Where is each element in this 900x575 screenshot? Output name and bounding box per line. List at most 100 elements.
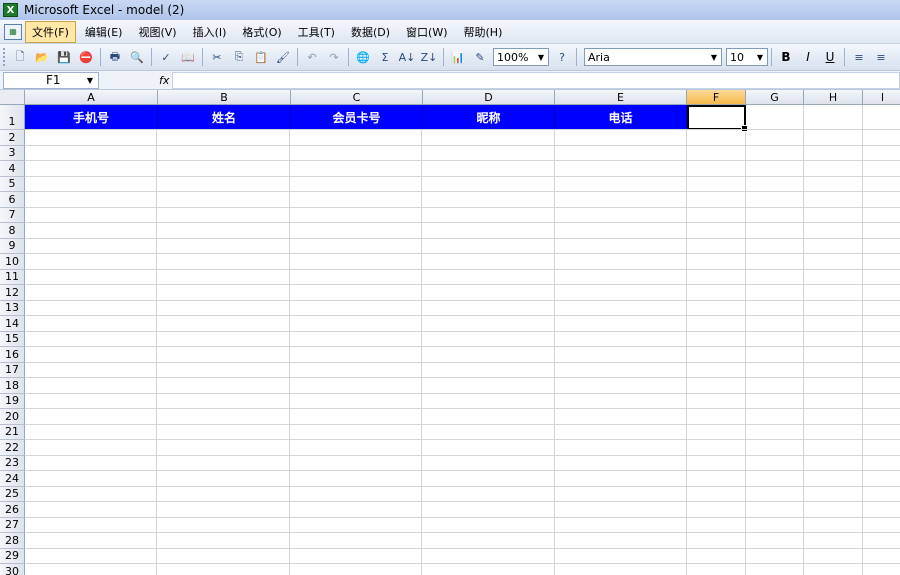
toolbar-grip[interactable] bbox=[3, 48, 7, 66]
format-painter-icon[interactable]: 🖌 bbox=[274, 48, 292, 66]
toolbar: 🗋 📂 💾 ⛔ 🖶 🔍 ✓ 📖 ✂ ⎘ 📋 🖌 ↶ ↷ 🌐 Σ A↓ Z↓ 📊 … bbox=[0, 44, 900, 71]
menu-data[interactable]: 数据(D) bbox=[344, 21, 397, 43]
row-header-29[interactable]: 29 bbox=[0, 548, 25, 564]
sort-ascending-icon[interactable]: A↓ bbox=[398, 48, 416, 66]
row-header-8[interactable]: 8 bbox=[0, 223, 25, 239]
cell-a1[interactable]: 手机号 bbox=[25, 105, 158, 129]
row-gridline bbox=[25, 439, 900, 440]
row-header-22[interactable]: 22 bbox=[0, 440, 25, 456]
select-all-corner[interactable] bbox=[0, 90, 25, 105]
row-header-9[interactable]: 9 bbox=[0, 238, 25, 254]
menu-insert[interactable]: 插入(I) bbox=[186, 21, 234, 43]
menu-edit[interactable]: 编辑(E) bbox=[78, 21, 130, 43]
row-header-11[interactable]: 11 bbox=[0, 269, 25, 285]
align-left-icon[interactable]: ≡ bbox=[850, 48, 868, 66]
paste-icon[interactable]: 📋 bbox=[252, 48, 270, 66]
redo-icon[interactable]: ↷ bbox=[325, 48, 343, 66]
row-header-20[interactable]: 20 bbox=[0, 409, 25, 425]
research-icon[interactable]: 📖 bbox=[179, 48, 197, 66]
copy-icon[interactable]: ⎘ bbox=[230, 48, 248, 66]
column-header-d[interactable]: D bbox=[423, 90, 555, 105]
chevron-down-icon[interactable]: ▼ bbox=[84, 74, 96, 88]
column-header-h[interactable]: H bbox=[804, 90, 863, 105]
cut-icon[interactable]: ✂ bbox=[208, 48, 226, 66]
row-header-5[interactable]: 5 bbox=[0, 176, 25, 192]
print-preview-icon[interactable]: 🔍 bbox=[128, 48, 146, 66]
menu-window[interactable]: 窗口(W) bbox=[399, 21, 454, 43]
row-header-17[interactable]: 17 bbox=[0, 362, 25, 378]
row-header-18[interactable]: 18 bbox=[0, 378, 25, 394]
print-icon[interactable]: 🖶 bbox=[106, 48, 124, 66]
hyperlink-icon[interactable]: 🌐 bbox=[354, 48, 372, 66]
bold-button[interactable]: B bbox=[777, 48, 795, 66]
toolbar-separator bbox=[297, 48, 298, 66]
cell-b1[interactable]: 姓名 bbox=[158, 105, 291, 129]
spelling-icon[interactable]: ✓ bbox=[157, 48, 175, 66]
column-header-e[interactable]: E bbox=[555, 90, 687, 105]
row-header-2[interactable]: 2 bbox=[0, 130, 25, 146]
font-size-select[interactable]: 10 ▼ bbox=[726, 48, 768, 66]
chevron-down-icon[interactable]: ▼ bbox=[535, 50, 547, 64]
chevron-down-icon[interactable]: ▼ bbox=[754, 50, 766, 64]
row-header-13[interactable]: 13 bbox=[0, 300, 25, 316]
row-header-6[interactable]: 6 bbox=[0, 192, 25, 208]
name-box[interactable]: F1 ▼ bbox=[3, 71, 99, 89]
row-header-4[interactable]: 4 bbox=[0, 161, 25, 177]
permission-icon[interactable]: ⛔ bbox=[77, 48, 95, 66]
workbook-icon[interactable]: ▦ bbox=[4, 23, 22, 40]
save-icon[interactable]: 💾 bbox=[55, 48, 73, 66]
row-header-23[interactable]: 23 bbox=[0, 455, 25, 471]
column-header-g[interactable]: G bbox=[746, 90, 804, 105]
cell-c1[interactable]: 会员卡号 bbox=[291, 105, 423, 129]
row-header-16[interactable]: 16 bbox=[0, 347, 25, 363]
row-header-10[interactable]: 10 bbox=[0, 254, 25, 270]
open-icon[interactable]: 📂 bbox=[33, 48, 51, 66]
row-header-28[interactable]: 28 bbox=[0, 533, 25, 549]
row-header-7[interactable]: 7 bbox=[0, 207, 25, 223]
menu-format[interactable]: 格式(O) bbox=[235, 21, 288, 43]
zoom-select[interactable]: 100% ▼ bbox=[493, 48, 549, 66]
row-header-19[interactable]: 19 bbox=[0, 393, 25, 409]
column-header-b[interactable]: B bbox=[158, 90, 291, 105]
row-header-26[interactable]: 26 bbox=[0, 502, 25, 518]
formula-input[interactable] bbox=[172, 72, 900, 89]
column-header-i[interactable]: I bbox=[863, 90, 900, 105]
row-gridline bbox=[25, 423, 900, 425]
active-cell-f1[interactable] bbox=[687, 105, 748, 132]
italic-button[interactable]: I bbox=[799, 48, 817, 66]
align-center-icon[interactable]: ≡ bbox=[872, 48, 890, 66]
sort-descending-icon[interactable]: Z↓ bbox=[420, 48, 438, 66]
undo-icon[interactable]: ↶ bbox=[303, 48, 321, 66]
autosum-icon[interactable]: Σ bbox=[376, 48, 394, 66]
row-header-15[interactable]: 15 bbox=[0, 331, 25, 347]
insert-function-icon[interactable]: fx bbox=[159, 74, 169, 87]
row-header-14[interactable]: 14 bbox=[0, 316, 25, 332]
font-select[interactable]: Aria ▼ bbox=[584, 48, 722, 66]
row-header-21[interactable]: 21 bbox=[0, 424, 25, 440]
row-header-30[interactable]: 30 bbox=[0, 564, 25, 575]
menu-help[interactable]: 帮助(H) bbox=[457, 21, 510, 43]
row-header-27[interactable]: 27 bbox=[0, 517, 25, 533]
excel-logo-icon: X bbox=[3, 3, 18, 17]
menu-view[interactable]: 视图(V) bbox=[131, 21, 183, 43]
row-header-24[interactable]: 24 bbox=[0, 471, 25, 487]
cell-d1[interactable]: 昵称 bbox=[423, 105, 555, 129]
row-header-12[interactable]: 12 bbox=[0, 285, 25, 301]
column-header-a[interactable]: A bbox=[25, 90, 158, 105]
column-header-c[interactable]: C bbox=[291, 90, 423, 105]
drawing-icon[interactable]: ✎ bbox=[471, 48, 489, 66]
column-header-f[interactable]: F bbox=[687, 90, 746, 105]
row-header-1[interactable]: 1 bbox=[0, 105, 25, 130]
underline-button[interactable]: U bbox=[821, 48, 839, 66]
row-header-3[interactable]: 3 bbox=[0, 145, 25, 161]
row-gridline bbox=[25, 377, 900, 378]
chevron-down-icon[interactable]: ▼ bbox=[708, 50, 720, 64]
menu-tools[interactable]: 工具(T) bbox=[291, 21, 342, 43]
new-icon[interactable]: 🗋 bbox=[11, 48, 29, 66]
row-header-25[interactable]: 25 bbox=[0, 486, 25, 502]
chart-wizard-icon[interactable]: 📊 bbox=[449, 48, 467, 66]
help-icon[interactable]: ? bbox=[553, 48, 571, 66]
cell-e1[interactable]: 电话 bbox=[555, 105, 687, 129]
menu-file[interactable]: 文件(F) bbox=[25, 20, 76, 43]
zoom-value: 100% bbox=[497, 50, 529, 64]
